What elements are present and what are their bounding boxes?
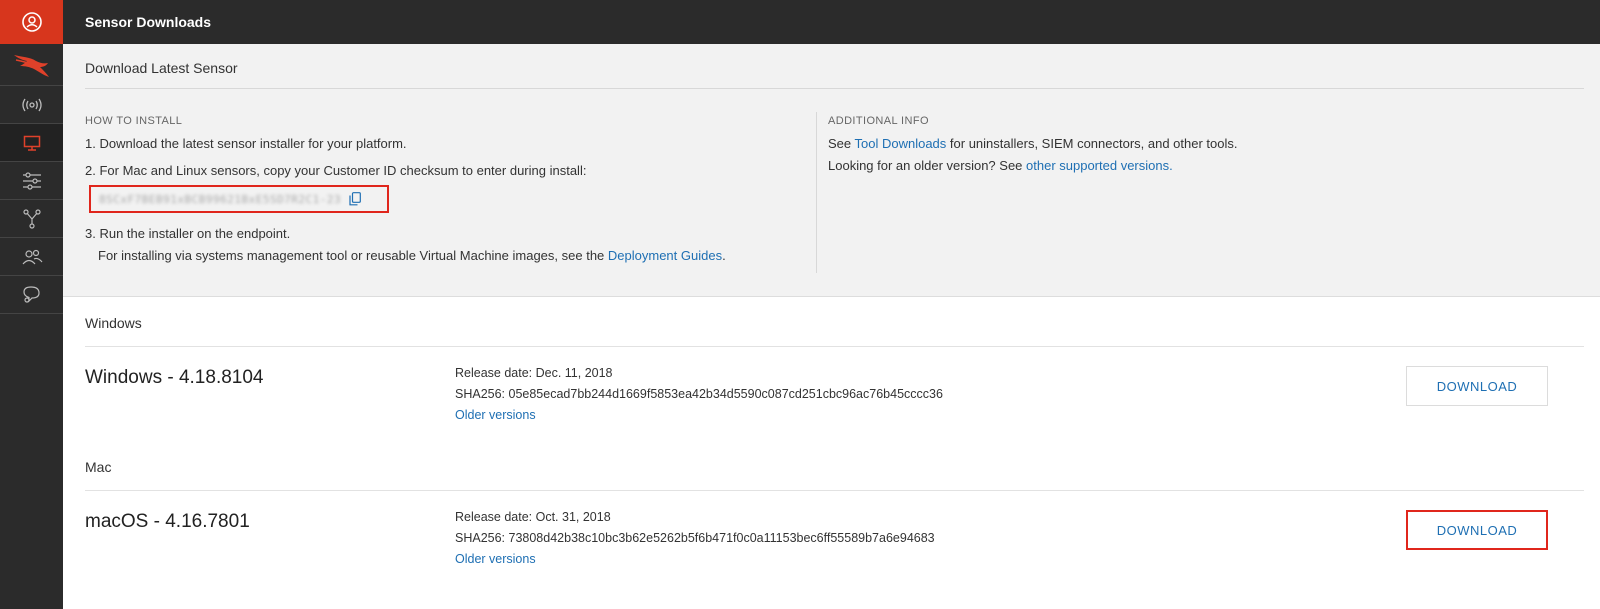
older-versions-link[interactable]: Older versions — [455, 407, 943, 423]
install-step-3: 3. Run the installer on the endpoint. — [85, 226, 291, 241]
sidebar-item-hosts[interactable] — [0, 124, 63, 162]
customer-id-field[interactable]: 8SCxF7BEB91xBCB99621BxE5SD7R2C1-23 — [89, 185, 389, 213]
sidebar-item-users[interactable] — [0, 238, 63, 276]
download-button-windows[interactable]: DOWNLOAD — [1406, 366, 1548, 406]
page-header: Sensor Downloads — [63, 0, 1600, 44]
divider — [85, 346, 1584, 347]
note-suffix: . — [722, 248, 726, 263]
product-name-windows: Windows - 4.18.8104 — [85, 367, 264, 388]
download-button-mac[interactable]: DOWNLOAD — [1406, 510, 1548, 550]
group-label-mac: Mac — [85, 459, 112, 475]
network-icon — [22, 208, 41, 229]
page-title: Sensor Downloads — [85, 14, 212, 30]
computer-icon — [23, 135, 40, 151]
customer-id-value: 8SCxF7BEB91xBCB99621BxE5SD7R2C1-23 — [99, 192, 342, 206]
group-label-windows: Windows — [85, 315, 142, 331]
divider — [85, 490, 1584, 491]
additional-info-label: ADDITIONAL INFO — [828, 115, 929, 127]
product-meta-windows: Release date: Dec. 11, 2018 SHA256: 05e8… — [455, 365, 943, 428]
user-circle-icon — [21, 12, 42, 32]
panel-title: Download Latest Sensor — [85, 60, 238, 76]
additional-info-section: ADDITIONAL INFO See Tool Downloads for u… — [828, 115, 1528, 180]
sidebar — [0, 0, 63, 609]
info-text: Looking for an older version? See — [828, 158, 1027, 173]
info-text: See — [828, 136, 855, 151]
product-name-mac: macOS - 4.16.7801 — [85, 511, 250, 532]
falcon-logo-icon — [13, 54, 49, 77]
how-to-install-section: HOW TO INSTALL 1. Download the latest se… — [85, 115, 805, 270]
info-text: for uninstallers, SIEM connectors, and o… — [946, 136, 1238, 151]
product-meta-mac: Release date: Oct. 31, 2018 SHA256: 7380… — [455, 509, 935, 572]
release-date: Release date: Oct. 31, 2018 — [455, 510, 611, 524]
sha256: SHA256: 73808d42b38c10bc3b62e5262b5f6b47… — [455, 531, 935, 545]
column-divider — [816, 112, 817, 273]
copy-icon[interactable] — [349, 192, 362, 206]
release-date: Release date: Dec. 11, 2018 — [455, 366, 613, 380]
chat-support-icon — [22, 285, 40, 303]
info-tools: See Tool Downloads for uninstallers, SIE… — [828, 136, 1528, 152]
note-text: For installing via systems management to… — [98, 248, 608, 263]
deployment-guides-link[interactable]: Deployment Guides — [608, 248, 722, 263]
sidebar-item-configuration[interactable] — [0, 162, 63, 200]
radio-signal-icon — [21, 98, 42, 111]
sidebar-item-investigate[interactable] — [0, 200, 63, 238]
sliders-icon — [22, 171, 41, 190]
sha256: SHA256: 05e85ecad7bb244d1669f5853ea42b34… — [455, 387, 943, 401]
downloads-list: Windows Windows - 4.18.8104 Release date… — [63, 297, 1600, 609]
other-supported-versions-link[interactable]: other supported versions. — [1026, 158, 1173, 173]
install-step-2: 2. For Mac and Linux sensors, copy your … — [85, 163, 587, 178]
older-versions-link[interactable]: Older versions — [455, 551, 935, 567]
install-panel: Download Latest Sensor HOW TO INSTALL 1.… — [63, 44, 1600, 297]
users-icon — [22, 249, 42, 264]
divider — [85, 88, 1584, 89]
install-step-3-note: For installing via systems management to… — [85, 248, 805, 264]
sidebar-item-activity[interactable] — [0, 86, 63, 124]
install-step-1: 1. Download the latest sensor installer … — [85, 136, 407, 151]
account-button[interactable] — [0, 0, 63, 44]
info-older: Looking for an older version? See other … — [828, 158, 1528, 174]
how-to-install-label: HOW TO INSTALL — [85, 115, 183, 127]
home-logo[interactable] — [0, 44, 63, 86]
tool-downloads-link[interactable]: Tool Downloads — [855, 136, 947, 151]
sidebar-item-support[interactable] — [0, 276, 63, 314]
